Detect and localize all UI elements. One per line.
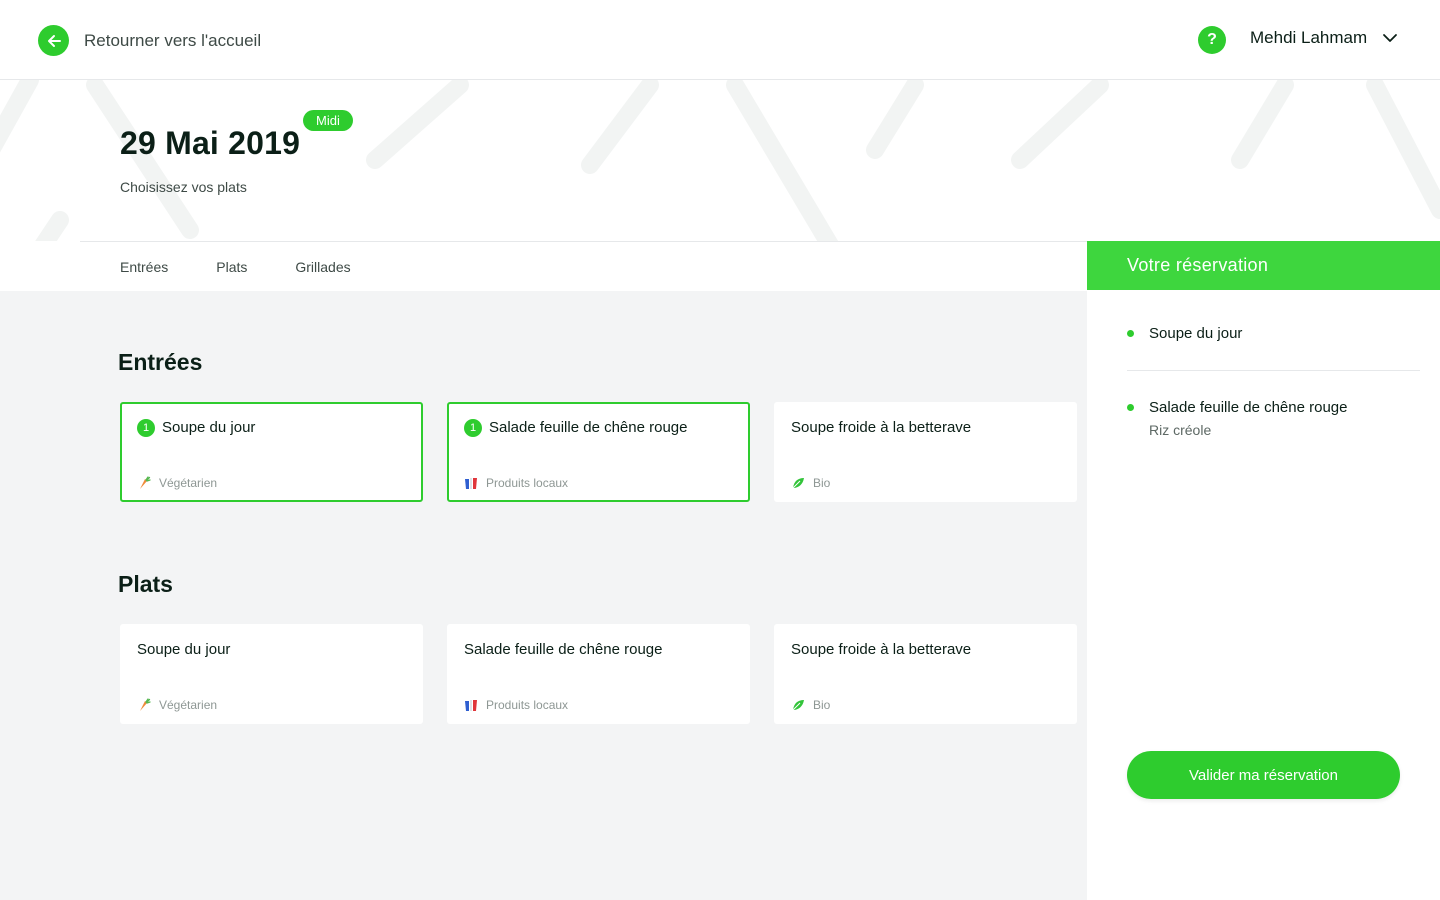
dish-tag: Bio xyxy=(791,698,830,712)
divider xyxy=(1127,370,1420,371)
dish-name: Salade feuille de chêne rouge xyxy=(489,419,688,436)
carrot-icon xyxy=(140,698,151,711)
dish-name: Soupe froide à la betterave xyxy=(791,641,972,658)
dish-card[interactable]: Soupe froide à la betterave Bio xyxy=(774,624,1077,724)
page-title-date: 29 Mai 2019 xyxy=(120,125,301,161)
reservation-item-side: Riz créole xyxy=(1149,422,1212,438)
dish-tag: Produits locaux xyxy=(464,698,568,712)
reservation-header: Votre réservation xyxy=(1087,241,1440,290)
quantity-badge: 1 xyxy=(464,419,482,437)
dish-tag-label: Produits locaux xyxy=(486,698,569,712)
reservation-panel: Votre réservation Soupe du jour Salade f… xyxy=(1087,241,1440,900)
dish-tag-label: Végétarien xyxy=(159,698,218,712)
dish-card[interactable]: Soupe froide à la betterave Bio xyxy=(774,402,1077,502)
section-title-plats: Plats xyxy=(118,571,173,597)
top-bar: Retourner vers l'accueil ? Mehdi Lahmam xyxy=(0,0,1440,80)
dish-name: Soupe du jour xyxy=(137,641,231,658)
dish-tag-label: Bio xyxy=(813,476,831,490)
reservation-item-name: Soupe du jour xyxy=(1149,325,1243,342)
bullet-dot-icon xyxy=(1127,404,1134,411)
dish-name-row: Soupe du jour xyxy=(137,638,387,661)
dish-name: Soupe du jour xyxy=(162,419,256,436)
quantity-badge: 1 xyxy=(137,419,155,437)
dish-tag: Bio xyxy=(791,476,830,490)
dish-name: Soupe froide à la betterave xyxy=(791,419,972,436)
dish-card[interactable]: 1 Salade feuille de chêne rouge Produits … xyxy=(447,402,750,502)
tab-plats[interactable]: Plats xyxy=(216,259,247,275)
dish-name-row: 1 Soupe du jour xyxy=(137,416,387,439)
chevron-down-icon xyxy=(1383,34,1398,42)
dish-card[interactable]: Soupe du jour Végétarien xyxy=(120,624,423,724)
back-home-link[interactable]: Retourner vers l'accueil xyxy=(38,25,261,56)
bullet-dot-icon xyxy=(1127,330,1134,337)
tab-grillades[interactable]: Grillades xyxy=(295,259,350,275)
dish-card[interactable]: 1 Soupe du jour Végétarien xyxy=(120,402,423,502)
arrow-left-icon xyxy=(38,25,69,56)
help-button[interactable]: ? xyxy=(1198,26,1226,54)
dish-name-row: 1 Salade feuille de chêne rouge xyxy=(464,416,714,439)
dish-tag-label: Végétarien xyxy=(159,476,218,490)
dish-card[interactable]: Salade feuille de chêne rouge Produits l… xyxy=(447,624,750,724)
france-map-icon xyxy=(465,478,477,489)
dish-tag: Végétarien xyxy=(137,476,217,490)
page-subtitle: Choisissez vos plats xyxy=(120,179,247,195)
dish-name: Salade feuille de chêne rouge xyxy=(464,641,663,658)
france-map-icon xyxy=(465,700,477,711)
section-title-entrees: Entrées xyxy=(118,349,203,375)
reservation-item: Soupe du jour xyxy=(1127,325,1420,342)
hero-banner: 29 Mai 2019 Midi Choisissez vos plats xyxy=(0,80,1440,241)
meal-badge: Midi xyxy=(303,110,353,131)
dish-tag: Produits locaux xyxy=(464,476,568,490)
dish-tag-label: Bio xyxy=(813,698,831,712)
leaf-icon xyxy=(792,478,804,489)
validate-reservation-button[interactable]: Valider ma réservation xyxy=(1127,751,1400,799)
carrot-icon xyxy=(140,476,151,489)
user-name: Mehdi Lahmam xyxy=(1250,28,1368,47)
dish-name-row: Soupe froide à la betterave xyxy=(791,638,1041,661)
reservation-item-row: Soupe du jour xyxy=(1127,325,1420,342)
category-tabs: Entrées Plats Grillades xyxy=(80,241,1087,291)
dish-tag-label: Produits locaux xyxy=(486,476,569,490)
dish-tag: Végétarien xyxy=(137,698,217,712)
reservation-title: Votre réservation xyxy=(1127,255,1269,275)
reservation-item-row: Salade feuille de chêne rouge xyxy=(1127,399,1420,416)
tab-entrees[interactable]: Entrées xyxy=(120,259,168,275)
dish-name-row: Salade feuille de chêne rouge xyxy=(464,638,714,661)
user-menu[interactable]: Mehdi Lahmam xyxy=(1250,28,1399,48)
dish-name-row: Soupe froide à la betterave xyxy=(791,416,1041,439)
back-home-label: Retourner vers l'accueil xyxy=(84,30,262,50)
reservation-item: Salade feuille de chêne rouge Riz créole xyxy=(1127,399,1420,438)
menu-area: Entrées 1 Soupe du jour Végétarien 1 Salad… xyxy=(0,291,1087,900)
leaf-icon xyxy=(792,700,804,711)
reservation-item-name: Salade feuille de chêne rouge xyxy=(1149,399,1348,416)
